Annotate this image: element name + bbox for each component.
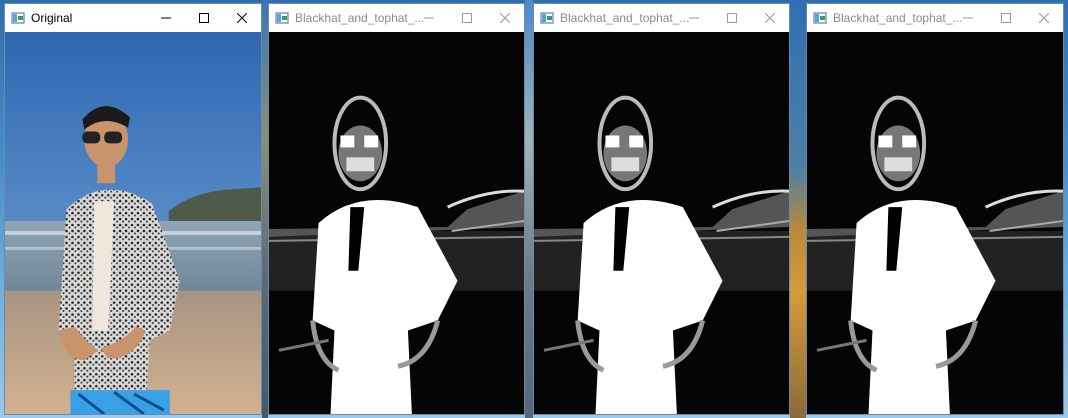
minimize-button[interactable]: [147, 4, 185, 32]
close-button[interactable]: [223, 4, 261, 32]
close-button[interactable]: [486, 4, 524, 32]
opencv-window-icon: [540, 11, 554, 25]
titlebar[interactable]: Blackhat_and_tophat_...: [807, 4, 1063, 32]
maximize-icon: [1001, 13, 1011, 23]
processed-image: [269, 32, 524, 414]
maximize-button[interactable]: [448, 4, 486, 32]
minimize-icon: [424, 17, 434, 19]
close-icon: [765, 13, 775, 23]
window-original[interactable]: Original: [4, 3, 262, 415]
maximize-button[interactable]: [987, 4, 1025, 32]
window-processed-1[interactable]: Blackhat_and_tophat_...: [268, 3, 525, 415]
opencv-window-icon: [275, 11, 289, 25]
opencv-window-icon: [813, 11, 827, 25]
minimize-icon: [963, 17, 973, 19]
window-title: Blackhat_and_tophat_...: [560, 11, 690, 25]
maximize-button[interactable]: [185, 4, 223, 32]
close-icon: [1039, 13, 1049, 23]
close-icon: [500, 13, 510, 23]
titlebar[interactable]: Blackhat_and_tophat_...: [269, 4, 524, 32]
close-button[interactable]: [1025, 4, 1063, 32]
minimize-button[interactable]: [410, 4, 448, 32]
titlebar[interactable]: Blackhat_and_tophat_...: [534, 4, 789, 32]
desktop-gap-2: [525, 0, 533, 418]
desktop-gap-3: [790, 0, 806, 418]
maximize-icon: [727, 13, 737, 23]
opencv-window-icon: [11, 11, 25, 25]
maximize-icon: [199, 13, 209, 23]
maximize-button[interactable]: [713, 4, 751, 32]
window-processed-3[interactable]: Blackhat_and_tophat_...: [806, 3, 1064, 415]
window-title: Original: [31, 11, 73, 25]
minimize-icon: [161, 17, 171, 19]
window-title: Blackhat_and_tophat_...: [295, 11, 425, 25]
processed-image: [807, 32, 1063, 414]
minimize-button[interactable]: [949, 4, 987, 32]
minimize-icon: [689, 17, 699, 19]
close-button[interactable]: [751, 4, 789, 32]
window-processed-2[interactable]: Blackhat_and_tophat_...: [533, 3, 790, 415]
minimize-button[interactable]: [675, 4, 713, 32]
titlebar[interactable]: Original: [5, 4, 261, 32]
close-icon: [237, 13, 247, 23]
window-title: Blackhat_and_tophat_...: [833, 11, 963, 25]
processed-image: [534, 32, 789, 414]
maximize-icon: [462, 13, 472, 23]
original-photo: [5, 32, 261, 414]
